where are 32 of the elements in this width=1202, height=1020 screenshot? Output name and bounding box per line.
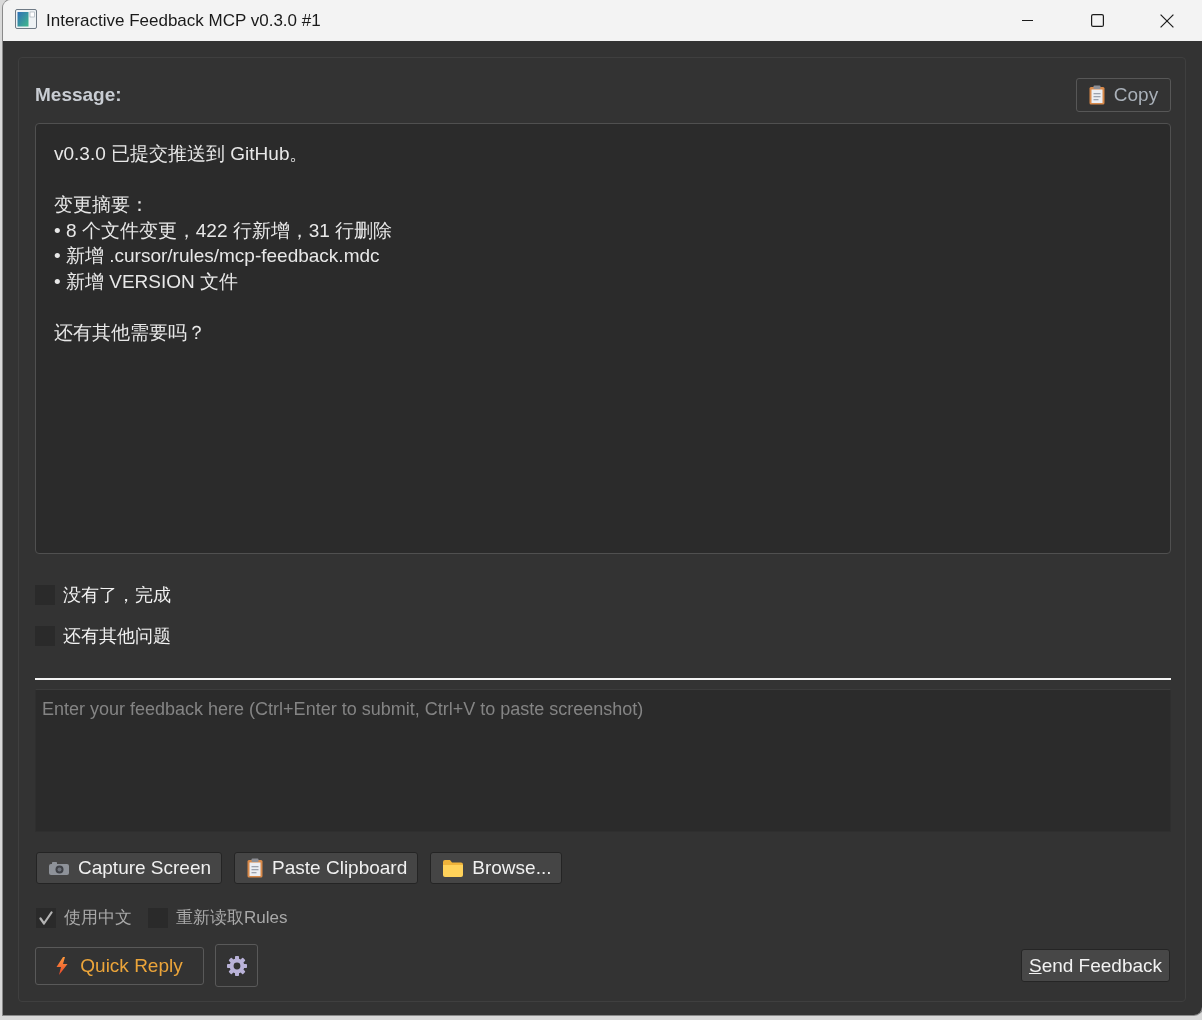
quick-reply-button[interactable]: Quick Reply xyxy=(35,946,204,985)
window-icon xyxy=(15,8,37,29)
attachment-button[interactable]: Browse... xyxy=(430,852,563,884)
feedback-input[interactable]: Enter your feedback here (Ctrl+Enter to submit, Ctrl+V to paste screenshot) xyxy=(35,689,1171,832)
minimize-icon[interactable] xyxy=(1021,20,1033,21)
camera-icon xyxy=(49,861,69,875)
clipboard-icon xyxy=(247,858,264,878)
settings-button[interactable] xyxy=(215,944,258,987)
window-title: Interactive Feedback MCP v0.3.0 #1 xyxy=(46,10,321,31)
message-line: 变更摘要： xyxy=(54,193,149,217)
maximize-icon[interactable] xyxy=(1090,14,1104,27)
folder-icon xyxy=(443,859,464,877)
attachment-button[interactable]: Capture Screen xyxy=(36,852,223,884)
message-line: v0.3.0 已提交推送到 GitHub。 xyxy=(54,142,309,166)
attachment-button[interactable]: Paste Clipboard xyxy=(234,852,419,884)
send-feedback-button[interactable]: Send Feedback xyxy=(1021,949,1170,982)
option-label[interactable]: 还有其他问题 xyxy=(63,624,171,648)
message-label: Message: xyxy=(35,84,122,106)
message-line: • 8 个文件变更，422 行新增，31 行删除 xyxy=(54,218,393,243)
lightning-icon xyxy=(56,956,69,975)
copy-button[interactable]: Copy xyxy=(1076,78,1171,112)
message-line: 还有其他需要吗？ xyxy=(54,320,206,345)
setting-label[interactable]: 使用中文 xyxy=(64,906,132,929)
message-line: • 新增 VERSION 文件 xyxy=(54,269,238,294)
checkmark-icon xyxy=(39,910,53,925)
clipboard-icon xyxy=(1088,85,1105,105)
close-icon[interactable] xyxy=(1160,13,1174,28)
setting-label[interactable]: 重新读取Rules xyxy=(176,906,288,929)
checkbox[interactable] xyxy=(36,907,56,928)
message-line: • 新增 .cursor/rules/mcp-feedback.mdc xyxy=(54,244,380,268)
option-label[interactable]: 没有了，完成 xyxy=(63,583,171,607)
gear-icon xyxy=(226,955,247,976)
